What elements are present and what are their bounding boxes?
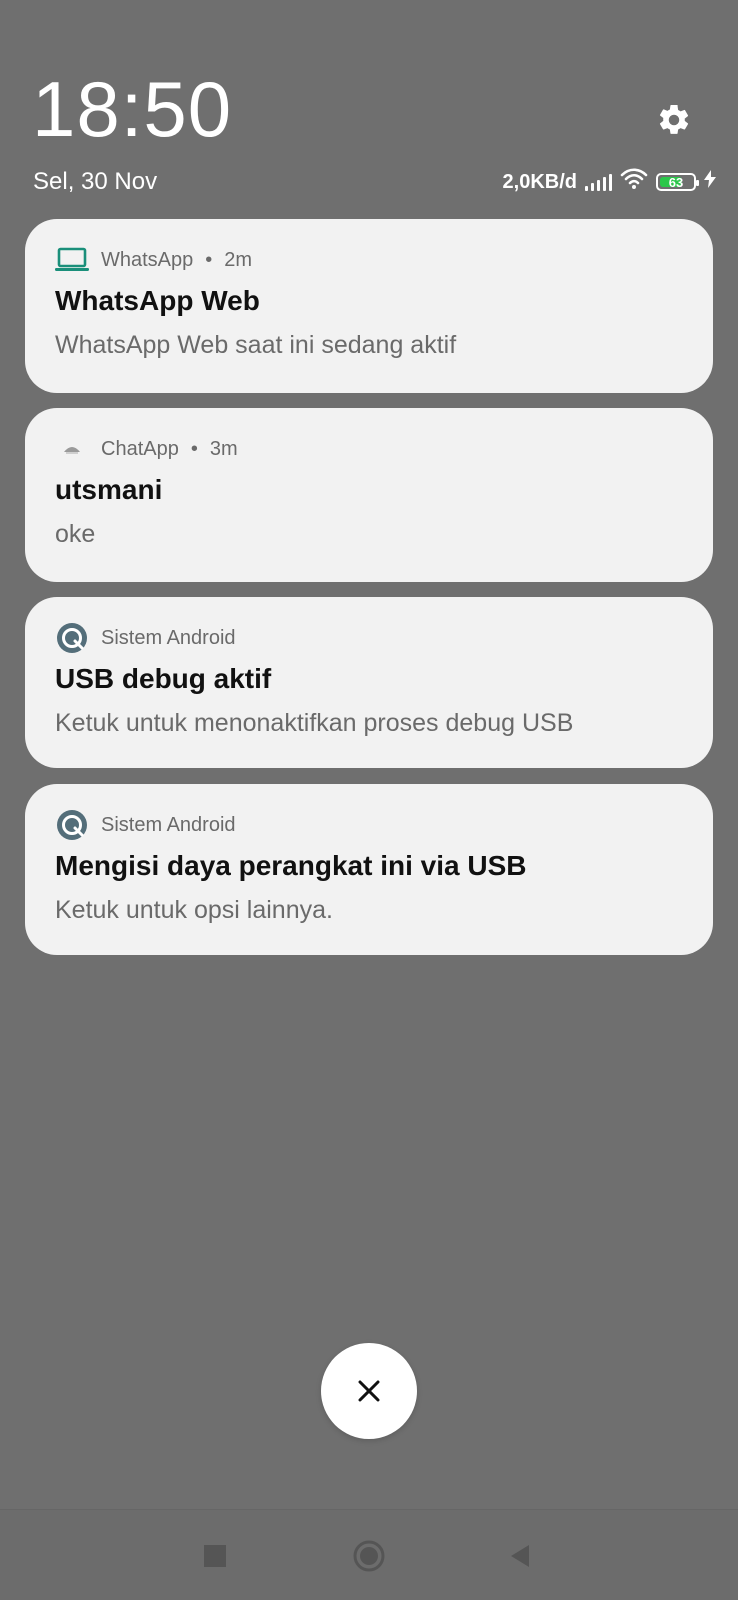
notification-title: utsmani <box>55 474 163 505</box>
chat-app-icon <box>55 432 89 466</box>
android-system-icon <box>55 621 89 655</box>
notification-header: ChatApp • 3m <box>55 432 683 466</box>
back-button[interactable] <box>500 1536 540 1576</box>
status-icons: 2,0KB/d 63 <box>503 168 716 196</box>
circle-icon <box>353 1540 385 1572</box>
notification-chatapp[interactable]: ChatApp • 3m utsmani oke <box>25 408 713 582</box>
notification-usb-charging[interactable]: Sistem Android Mengisi daya perangkat in… <box>25 784 713 955</box>
separator-dot: • <box>190 437 198 460</box>
notification-body: WhatsApp Web saat ini sedang aktif <box>55 331 457 359</box>
recents-button[interactable] <box>195 1536 235 1576</box>
settings-gear-icon[interactable] <box>652 98 696 142</box>
notification-header: Sistem Android <box>55 808 683 842</box>
notification-title: Mengisi daya perangkat ini via USB <box>55 850 527 881</box>
wifi-icon <box>620 168 648 196</box>
notification-header: WhatsApp • 2m <box>55 243 683 277</box>
cell-signal-icon <box>585 173 612 191</box>
triangle-back-icon <box>511 1545 529 1567</box>
notification-time: 3m <box>209 437 238 460</box>
battery-percent: 63 <box>668 174 684 190</box>
home-button[interactable] <box>349 1536 389 1576</box>
date: Sel, 30 Nov <box>33 168 158 195</box>
clear-all-button[interactable] <box>321 1343 417 1439</box>
navigation-bar <box>0 1509 738 1600</box>
notification-whatsapp-web[interactable]: WhatsApp • 2m WhatsApp Web WhatsApp Web … <box>25 219 713 393</box>
app-name: ChatApp <box>101 437 179 460</box>
close-icon <box>358 1380 380 1402</box>
charging-bolt-icon <box>704 170 716 194</box>
app-name: Sistem Android <box>101 813 236 836</box>
clock: 18:50 <box>32 65 233 153</box>
notification-body: oke <box>55 520 96 548</box>
notification-title: USB debug aktif <box>55 663 272 694</box>
notification-usb-debug[interactable]: Sistem Android USB debug aktif Ketuk unt… <box>25 597 713 768</box>
notification-title: WhatsApp Web <box>55 285 260 316</box>
square-icon <box>204 1545 226 1567</box>
android-system-icon <box>55 808 89 842</box>
network-speed: 2,0KB/d <box>502 170 577 193</box>
notification-header: Sistem Android <box>55 621 683 655</box>
notification-body: Ketuk untuk opsi lainnya. <box>55 896 333 924</box>
separator-dot: • <box>205 248 213 271</box>
notification-time: 2m <box>224 248 253 271</box>
app-name: WhatsApp <box>101 248 194 271</box>
notification-body: Ketuk untuk menonaktifkan proses debug U… <box>55 709 574 737</box>
laptop-icon <box>55 243 89 277</box>
battery-icon: 63 <box>656 173 699 191</box>
app-name: Sistem Android <box>101 626 236 649</box>
